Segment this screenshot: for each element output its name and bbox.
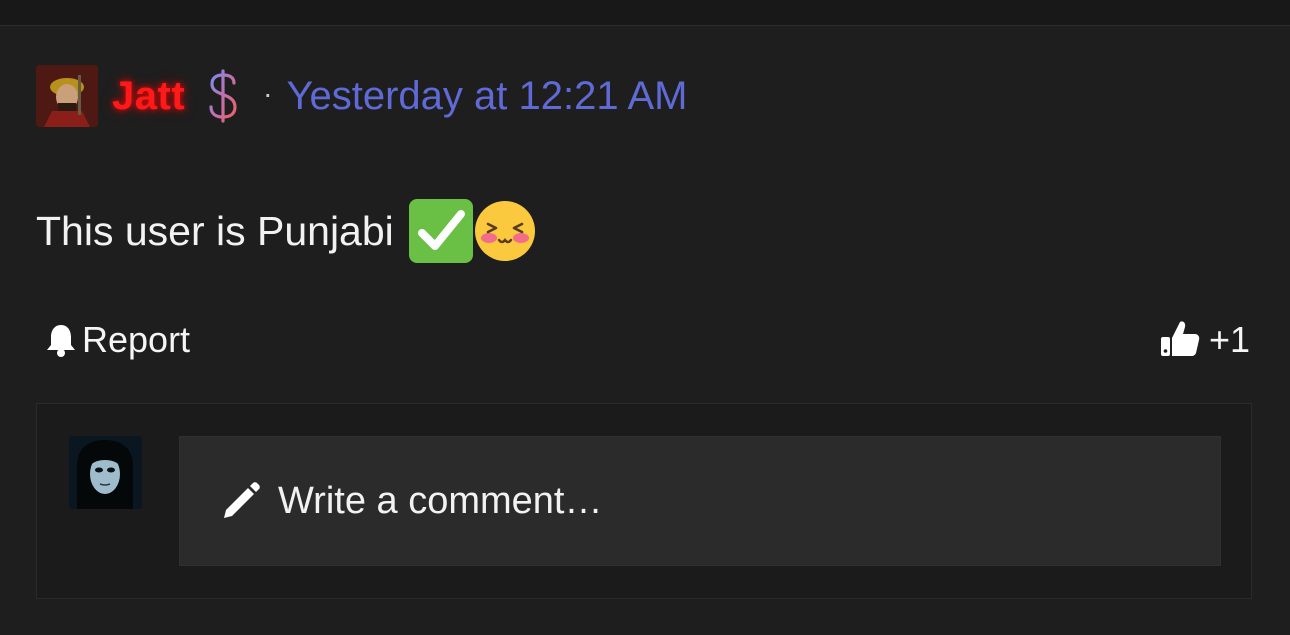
check-mark-button-emoji — [408, 199, 473, 263]
like-button[interactable]: +1 — [1159, 319, 1250, 361]
dollar-sign-icon — [209, 69, 237, 123]
comment-input[interactable]: Write a comment… — [179, 436, 1221, 566]
comment-section: Write a comment… — [36, 403, 1252, 599]
post-text: This user is Punjabi — [36, 207, 394, 254]
current-user-avatar[interactable] — [69, 436, 142, 509]
post-timestamp[interactable]: Yesterday at 12:21 AM — [286, 74, 687, 119]
like-count: +1 — [1208, 319, 1250, 360]
pencil-icon — [224, 482, 260, 518]
post-header: Jatt · Yesterday at 12:21 AM — [36, 64, 687, 128]
report-button[interactable]: Report — [44, 319, 190, 361]
thumbs-up-icon — [1160, 321, 1200, 356]
bell-icon — [47, 325, 75, 357]
blushing-face-emoji — [474, 201, 535, 261]
separator-dot: · — [263, 78, 273, 109]
top-bar — [0, 0, 1290, 26]
author-name[interactable]: Jatt — [112, 74, 185, 119]
author-avatar[interactable] — [36, 65, 98, 127]
report-label: Report — [82, 319, 191, 360]
post-body: This user is Punjabi — [36, 196, 536, 266]
comment-placeholder: Write a comment… — [278, 479, 603, 522]
post-actions: Report +1 — [44, 312, 1250, 368]
